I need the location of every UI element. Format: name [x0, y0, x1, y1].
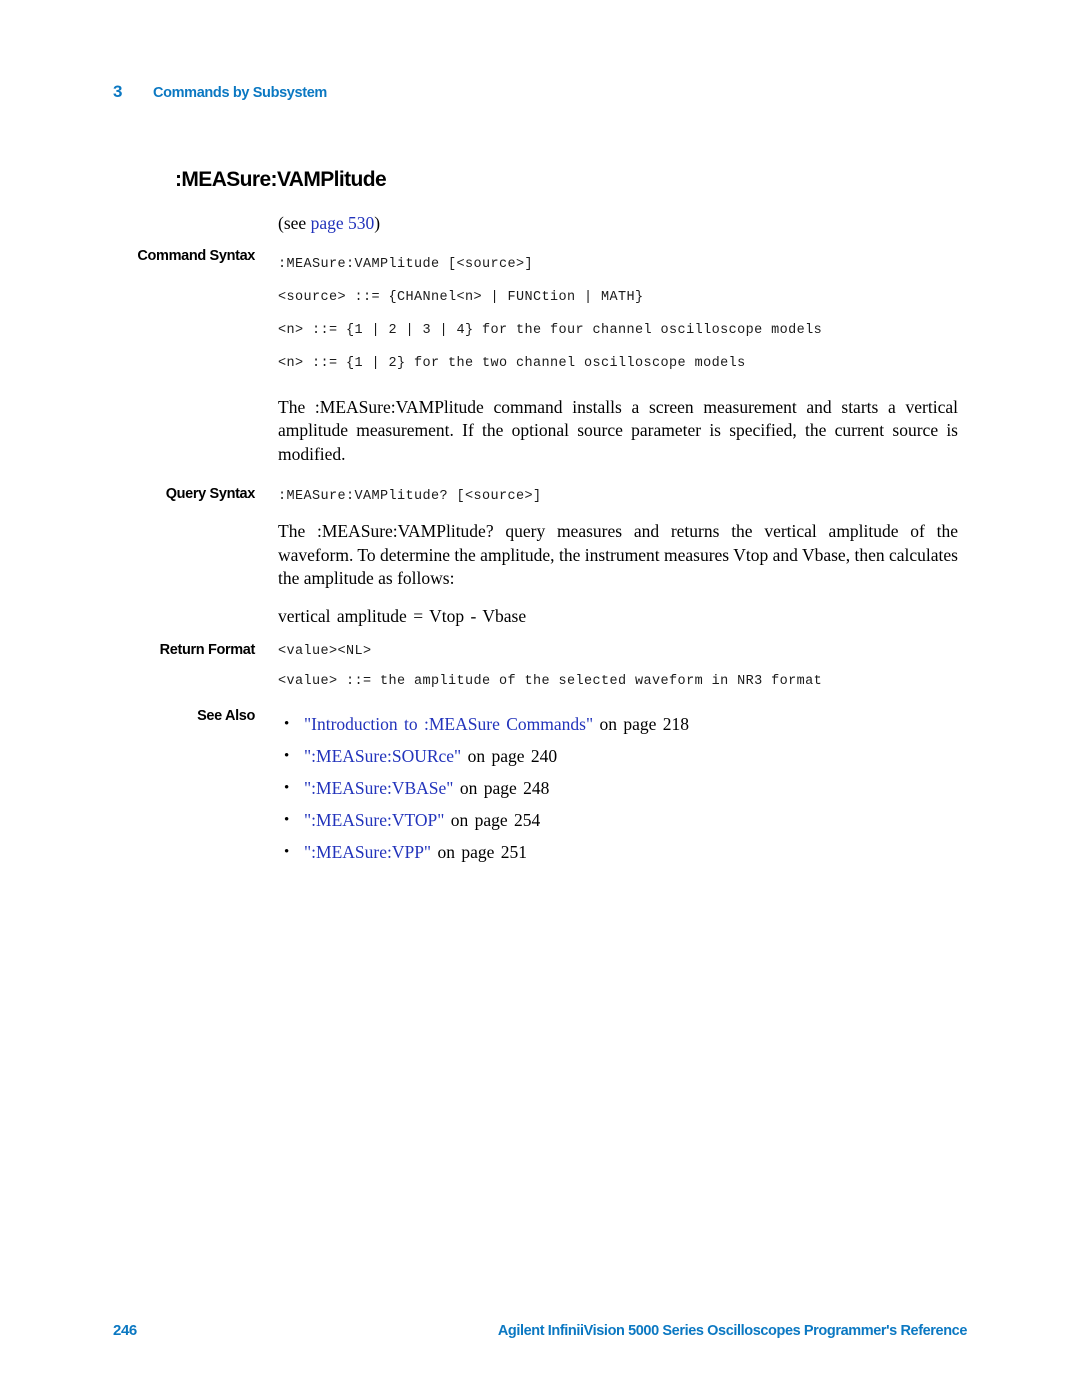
list-item[interactable]: ":MEASure:VTOP" on page 254 — [278, 804, 958, 836]
footer-document-title: Agilent InfiniiVision 5000 Series Oscill… — [497, 1323, 968, 1339]
return-value-definition: <value> ::= the amplitude of the selecte… — [278, 674, 823, 689]
command-syntax-label: Command Syntax — [137, 247, 255, 264]
query-description-text: The :MEASure:VAMPlitude? query measures … — [278, 521, 958, 588]
chapter-number: 3 — [113, 82, 123, 101]
return-format-line: <value><NL> — [278, 644, 372, 659]
query-syntax-label: Query Syntax — [165, 486, 256, 502]
see-page-row: (see page 530) — [0, 212, 1080, 236]
command-syntax-line-2: <source> ::= {CHANnel<n> | FUNCtion | MA… — [278, 289, 644, 305]
see-also-page: on page 240 — [461, 746, 558, 766]
list-item[interactable]: "Introduction to :MEASure Commands" on p… — [278, 708, 958, 740]
see-also-link[interactable]: ":MEASure:VBASe" — [304, 778, 453, 798]
see-also-page: on page 251 — [431, 842, 528, 862]
command-syntax-line-3: <n> ::= {1 | 2 | 3 | 4} for the four cha… — [278, 322, 823, 338]
command-description-row: The :MEASure:VAMPlitude command installs… — [0, 396, 1080, 467]
see-also-row: See Also "Introduction to :MEASure Comma… — [0, 708, 1080, 868]
see-page-reference: (see page 530) — [278, 212, 958, 236]
command-syntax-row: Command Syntax :MEASure:VAMPlitude [<sou… — [0, 248, 1080, 380]
see-also-link[interactable]: ":MEASure:SOURce" — [304, 746, 461, 766]
query-syntax-line: :MEASure:VAMPlitude? [<source>] — [278, 489, 542, 504]
return-format-label: Return Format — [159, 642, 256, 658]
formula-row: vertical amplitude = Vtop - Vbase — [0, 605, 1080, 629]
page-running-header: 3 Commands by Subsystem — [113, 82, 327, 102]
see-suffix-text: ) — [374, 213, 381, 233]
page-footer: 246 Agilent InfiniiVision 5000 Series Os… — [113, 1322, 967, 1339]
see-also-page: on page 218 — [593, 714, 690, 734]
see-also-link[interactable]: ":MEASure:VPP" — [304, 842, 431, 862]
page-title: :MEASure:VAMPlitude — [175, 168, 387, 191]
command-description-text: The :MEASure:VAMPlitude command installs… — [278, 396, 958, 464]
see-also-label: See Also — [197, 708, 255, 724]
see-prefix-text: (see — [278, 213, 311, 233]
command-syntax-line-1: :MEASure:VAMPlitude [<source>] — [278, 256, 534, 272]
see-also-list: "Introduction to :MEASure Commands" on p… — [278, 708, 958, 868]
document-body: (see page 530) Command Syntax :MEASure:V… — [0, 212, 1080, 868]
query-description-row: The :MEASure:VAMPlitude? query measures … — [0, 520, 1080, 591]
return-format-row: Return Format <value><NL> <value> ::= th… — [0, 642, 1080, 692]
see-also-link[interactable]: "Introduction to :MEASure Commands" — [304, 714, 593, 734]
footer-page-number: 246 — [113, 1322, 137, 1339]
see-also-page: on page 254 — [444, 810, 541, 830]
page-530-link[interactable]: page 530 — [311, 213, 375, 233]
command-syntax-line-4: <n> ::= {1 | 2} for the two channel osci… — [278, 355, 746, 371]
chapter-title: Commands by Subsystem — [153, 85, 327, 101]
see-also-page: on page 248 — [453, 778, 550, 798]
query-syntax-row: Query Syntax :MEASure:VAMPlitude? [<sour… — [0, 486, 1080, 508]
see-also-link[interactable]: ":MEASure:VTOP" — [304, 810, 444, 830]
list-item[interactable]: ":MEASure:SOURce" on page 240 — [278, 740, 958, 772]
list-item[interactable]: ":MEASure:VPP" on page 251 — [278, 836, 958, 868]
list-item[interactable]: ":MEASure:VBASe" on page 248 — [278, 772, 958, 804]
amplitude-formula: vertical amplitude = Vtop - Vbase — [278, 605, 527, 626]
